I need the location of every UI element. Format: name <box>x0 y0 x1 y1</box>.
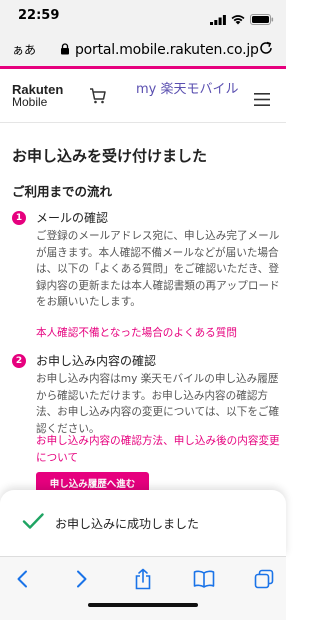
toast-message: お申し込みに成功しました <box>55 517 200 531</box>
step-number-badge: 2 <box>12 354 26 368</box>
step-title: メールの確認 <box>36 211 109 225</box>
signal-icon <box>210 10 226 29</box>
application-details-link[interactable]: お申し込み内容の確認方法、申し込み後の内容変更について <box>36 433 280 466</box>
bookmarks-icon[interactable] <box>192 567 216 591</box>
site-header: Rakuten Mobile my 楽天モバイル <box>0 69 286 123</box>
status-time: 22:59 <box>18 8 60 23</box>
tabs-icon[interactable] <box>252 567 276 591</box>
home-indicator <box>88 603 198 607</box>
section-title: ご利用までの流れ <box>12 184 113 199</box>
step-number-badge: 1 <box>12 211 26 225</box>
url-text: portal.mobile.rakuten.co.jp <box>75 41 259 58</box>
hamburger-menu-icon[interactable] <box>254 91 270 110</box>
rakuten-mobile-logo[interactable]: Rakuten Mobile <box>12 83 63 109</box>
text-size-button[interactable]: ぁあ <box>12 41 36 58</box>
battery-icon <box>250 10 274 29</box>
cart-icon[interactable] <box>89 87 107 109</box>
step-description: お申し込み内容はmy 楽天モバイルの申し込み履歴から確認いただけます。お申し込み… <box>36 373 280 435</box>
service-name-link[interactable]: my 楽天モバイル <box>136 80 246 99</box>
browser-toolbar <box>0 556 286 620</box>
status-icons <box>210 10 274 29</box>
status-bar: 22:59 <box>0 0 286 32</box>
logo-line2: Mobile <box>12 95 48 109</box>
share-icon[interactable] <box>131 567 155 591</box>
page-title: お申し込みを受け付けました <box>12 147 208 165</box>
step-title: お申し込み内容の確認 <box>36 354 157 368</box>
check-icon <box>22 512 44 534</box>
url-field[interactable]: portal.mobile.rakuten.co.jp <box>60 40 259 59</box>
back-icon[interactable] <box>10 567 34 591</box>
success-toast: お申し込みに成功しました <box>0 490 286 556</box>
wifi-icon <box>231 10 245 29</box>
lock-icon <box>60 40 70 59</box>
step-description: ご登録のメールアドレス宛に、申し込み完了メールが届きます。本人確認不備メールなど… <box>36 230 280 308</box>
reload-icon[interactable] <box>258 40 274 60</box>
forward-icon[interactable] <box>70 567 94 591</box>
address-bar: ぁあ portal.mobile.rakuten.co.jp <box>0 32 286 66</box>
faq-link[interactable]: 本人確認不備となった場合のよくある質問 <box>36 325 280 342</box>
